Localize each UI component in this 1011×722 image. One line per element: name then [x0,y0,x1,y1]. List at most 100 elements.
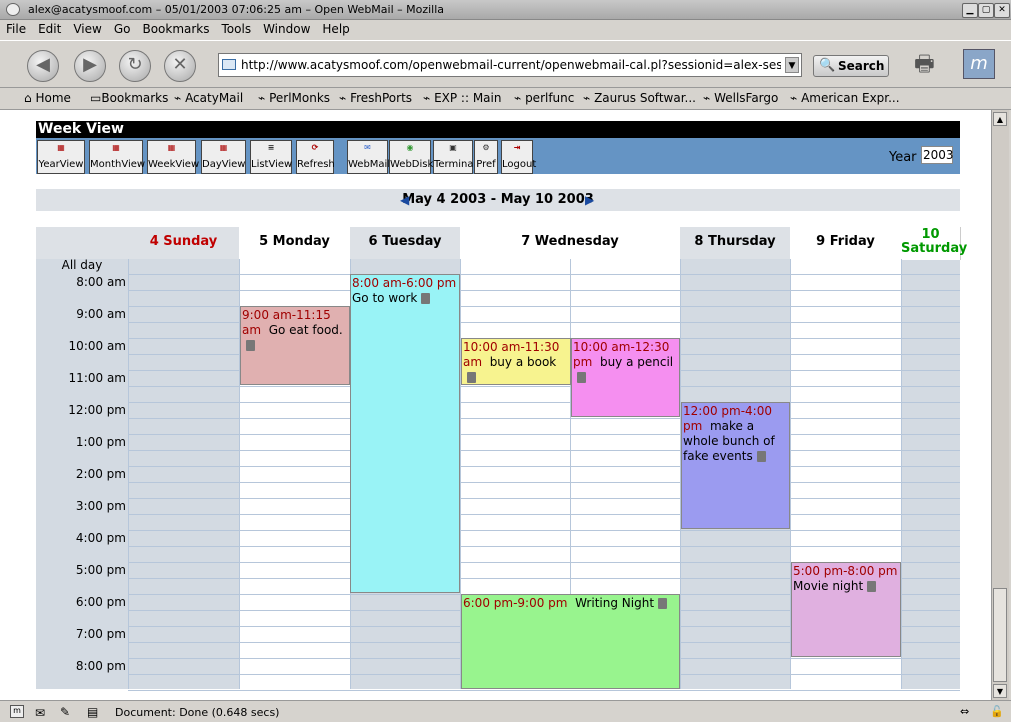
bookmark-home[interactable]: ⌂ Home [24,91,71,105]
next-week-icon[interactable]: ▶ [585,189,594,211]
menu-file[interactable]: File [0,20,32,38]
reload-icon[interactable]: ↻ [119,50,151,82]
event-go-eat-food[interactable]: 9:00 am-11:15 am Go eat food. [240,306,350,385]
stop-icon[interactable]: ✕ [164,50,196,82]
trash-icon[interactable] [867,581,877,592]
grid-row[interactable] [128,387,960,403]
weekview-button[interactable]: ▦ WeekView [147,140,199,174]
trash-icon[interactable] [467,372,476,383]
window-menu-icon[interactable] [6,3,20,16]
trash-icon[interactable] [246,340,255,351]
menu-window[interactable]: Window [257,20,316,38]
bookmark-perlfunc[interactable]: ⌁ perlfunc [514,91,574,105]
menu-tools[interactable]: Tools [216,20,258,38]
url-dropdown-icon[interactable]: ▼ [785,57,799,73]
bookmark-folder[interactable]: ▭Bookmarks [90,91,168,105]
menu-bookmarks[interactable]: Bookmarks [136,20,215,38]
mail-icon[interactable]: ✉ [35,706,45,720]
event-buy-a-pencil[interactable]: 10:00 am-12:30 pm buy a pencil [571,338,680,417]
terminal-button[interactable]: ▣ Terminal [433,140,476,174]
refresh-button[interactable]: ⟳ Refresh [296,140,335,174]
event-fake-events[interactable]: 12:00 pm-4:00 pm make a whole bunch of f… [681,402,790,529]
forward-icon[interactable]: ▶ [74,50,106,82]
grid-row[interactable] [128,435,960,451]
menu-help[interactable]: Help [316,20,355,38]
event-go-to-work[interactable]: 8:00 am-6:00 pm Go to work [350,274,460,593]
day-header-sunday[interactable]: 4 Sunday [128,227,240,259]
menu-bar: File Edit View Go Bookmarks Tools Window Help [0,20,1011,40]
bookmark-zaurus[interactable]: ⌁ Zaurus Softwar... [583,91,696,105]
trash-icon[interactable] [421,293,431,304]
day-header-tuesday[interactable]: 6 Tuesday [350,227,461,259]
time-label: 1:00 pm [75,435,126,449]
refresh-icon: ⟳ [311,143,319,152]
grid-row[interactable] [128,259,960,275]
url-text: http://www.acatysmoof.com/openwebmail-cu… [241,58,781,72]
trash-icon[interactable] [756,451,766,462]
grid-row[interactable] [128,499,960,515]
grid-row[interactable] [128,291,960,307]
scroll-down-icon[interactable]: ▼ [993,684,1007,698]
pref-button[interactable]: ⚙ Pref [474,140,498,174]
print-icon[interactable]: 🖶 [914,47,948,77]
composer-icon[interactable]: ✎ [60,705,70,719]
scroll-thumb[interactable] [993,588,1007,682]
dayview-button[interactable]: ▦ DayView [201,140,246,174]
menu-go[interactable]: Go [108,20,137,38]
trash-icon[interactable] [577,372,586,383]
bookmark-wellsfargo[interactable]: ⌁ WellsFargo [703,91,778,105]
yearview-button[interactable]: ▦ YearView [37,140,85,174]
menu-view[interactable]: View [67,20,107,38]
day-icon: ▦ [219,143,228,152]
day-header-thursday[interactable]: 8 Thursday [680,227,791,259]
bookmark-exp-main[interactable]: ⌁ EXP :: Main [423,91,501,105]
year-label: Year [889,150,917,165]
maximize-icon[interactable]: ▢ [978,3,994,18]
year-input[interactable]: 2003 [921,146,954,164]
grid-row[interactable] [128,403,960,419]
bookmark-icon: ⌁ [703,91,711,105]
bookmark-perlmonks[interactable]: ⌁ PerlMonks [258,91,330,105]
year-icon: ▦ [57,143,65,152]
back-icon[interactable]: ◀ [27,50,59,82]
addressbook-icon[interactable]: ▤ [87,705,98,719]
day-header-friday[interactable]: 9 Friday [790,227,902,259]
event-buy-a-book[interactable]: 10:00 am-11:30 am buy a book [461,338,571,385]
status-bar: m ✉ ✎ ▤ Document: Done (0.648 secs) ⇔ 🔓 [0,700,1011,722]
grid-row[interactable] [128,451,960,467]
grid-row[interactable] [128,531,960,547]
day-header-saturday[interactable]: 10 Saturday [901,227,967,260]
bookmark-amex[interactable]: ⌁ American Expr... [790,91,900,105]
navigator-icon[interactable]: m [10,705,24,718]
scroll-up-icon[interactable]: ▲ [993,112,1007,126]
bookmark-freshports[interactable]: ⌁ FreshPorts [339,91,412,105]
event-writing-night[interactable]: 6:00 pm-9:00 pm Writing Night [461,594,680,689]
url-field[interactable]: http://www.acatysmoof.com/openwebmail-cu… [218,53,802,77]
all-day-label: All day [61,258,103,272]
grid-row[interactable] [128,419,960,435]
mail-icon: ✉ [364,143,371,152]
minimize-icon[interactable]: ▁ [962,3,978,18]
monthview-button[interactable]: ▦ MonthView [89,140,145,174]
grid-row[interactable] [128,275,960,291]
grid-row[interactable] [128,483,960,499]
logout-button[interactable]: ⇥ Logout [501,140,536,174]
day-header-wednesday[interactable]: 7 Wednesday [460,227,681,259]
logout-icon: ⇥ [513,143,521,152]
trash-icon[interactable] [658,598,668,609]
listview-button[interactable]: ≡ ListView [250,140,292,174]
prev-week-icon[interactable]: ◀ [400,189,409,211]
day-header-monday[interactable]: 5 Monday [239,227,351,259]
menu-edit[interactable]: Edit [32,20,67,38]
grid-row[interactable] [128,515,960,531]
event-movie-night[interactable]: 5:00 pm-8:00 pm Movie night [791,562,901,657]
webdisk-button[interactable]: ◉ WebDisk [389,140,433,174]
page-title: Week View [36,121,960,138]
bookmark-acatymail[interactable]: ⌁ AcatyMail [174,91,243,105]
close-icon[interactable]: ✕ [994,3,1010,18]
search-button[interactable]: 🔍 Search [813,55,889,77]
grid-row[interactable] [128,547,960,563]
grid-row[interactable] [128,467,960,483]
vertical-scrollbar[interactable]: ▲ ▼ [991,110,1009,700]
webmail-button[interactable]: ✉ WebMail [347,140,390,174]
